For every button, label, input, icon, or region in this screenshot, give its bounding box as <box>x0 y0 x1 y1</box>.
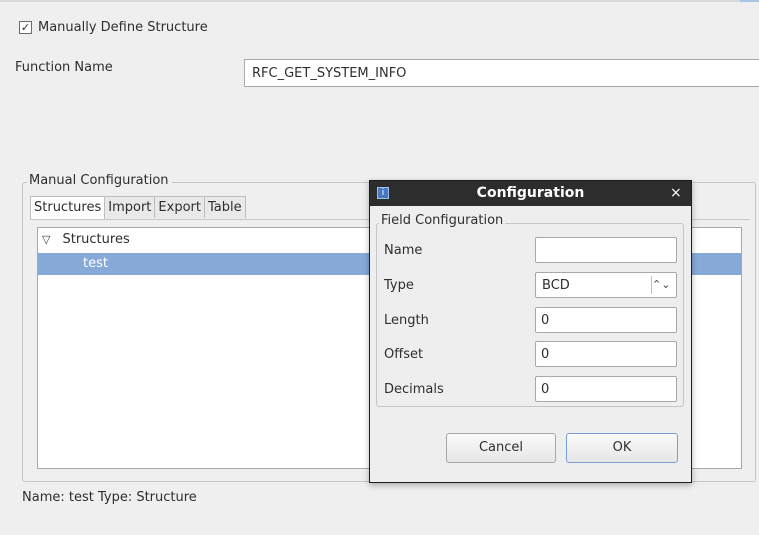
field-configuration-legend: Field Configuration <box>379 213 506 228</box>
decimals-input[interactable]: 0 <box>535 376 677 402</box>
length-input[interactable]: 0 <box>535 307 677 333</box>
top-border <box>0 0 759 2</box>
tree-node-label: Structures <box>62 232 130 247</box>
tab-import[interactable]: Import <box>104 196 156 218</box>
tree-node-structures[interactable]: ▽ Structures <box>42 232 130 247</box>
name-label: Name <box>384 243 423 258</box>
expand-arrow-icon[interactable]: ▽ <box>42 233 50 246</box>
cancel-button[interactable]: Cancel <box>446 433 556 463</box>
length-label: Length <box>384 313 429 328</box>
top-accent <box>740 0 759 2</box>
tree-node-test[interactable]: test <box>83 256 108 271</box>
status-text: Name: test Type: Structure <box>22 490 197 505</box>
type-select-value: BCD <box>542 277 570 293</box>
tab-structures[interactable]: Structures <box>30 196 106 220</box>
manual-structure-checkbox[interactable]: ✓ <box>19 21 32 34</box>
offset-label: Offset <box>384 347 424 362</box>
manual-structure-label: Manually Define Structure <box>38 20 208 35</box>
spinner-arrows-icon: ⌃⌄ <box>651 276 670 294</box>
name-input[interactable] <box>535 237 677 263</box>
close-icon[interactable]: × <box>670 185 682 201</box>
type-select[interactable]: BCD ⌃⌄ <box>535 272 677 298</box>
decimals-label: Decimals <box>384 382 444 397</box>
configuration-dialog: i Configuration × Field Configuration Na… <box>369 180 692 483</box>
offset-input[interactable]: 0 <box>535 341 677 367</box>
config-tabs: Structures Import Export Table <box>30 196 246 220</box>
manual-structure-row[interactable]: ✓ Manually Define Structure <box>19 20 208 35</box>
function-name-input[interactable]: RFC_GET_SYSTEM_INFO <box>244 59 759 87</box>
function-name-label: Function Name <box>15 60 113 75</box>
type-label: Type <box>384 278 414 293</box>
tab-export[interactable]: Export <box>154 196 205 218</box>
dialog-title: Configuration <box>476 185 585 201</box>
manual-configuration-legend: Manual Configuration <box>27 173 172 188</box>
tab-table[interactable]: Table <box>203 196 246 218</box>
ok-button[interactable]: OK <box>566 433 678 463</box>
